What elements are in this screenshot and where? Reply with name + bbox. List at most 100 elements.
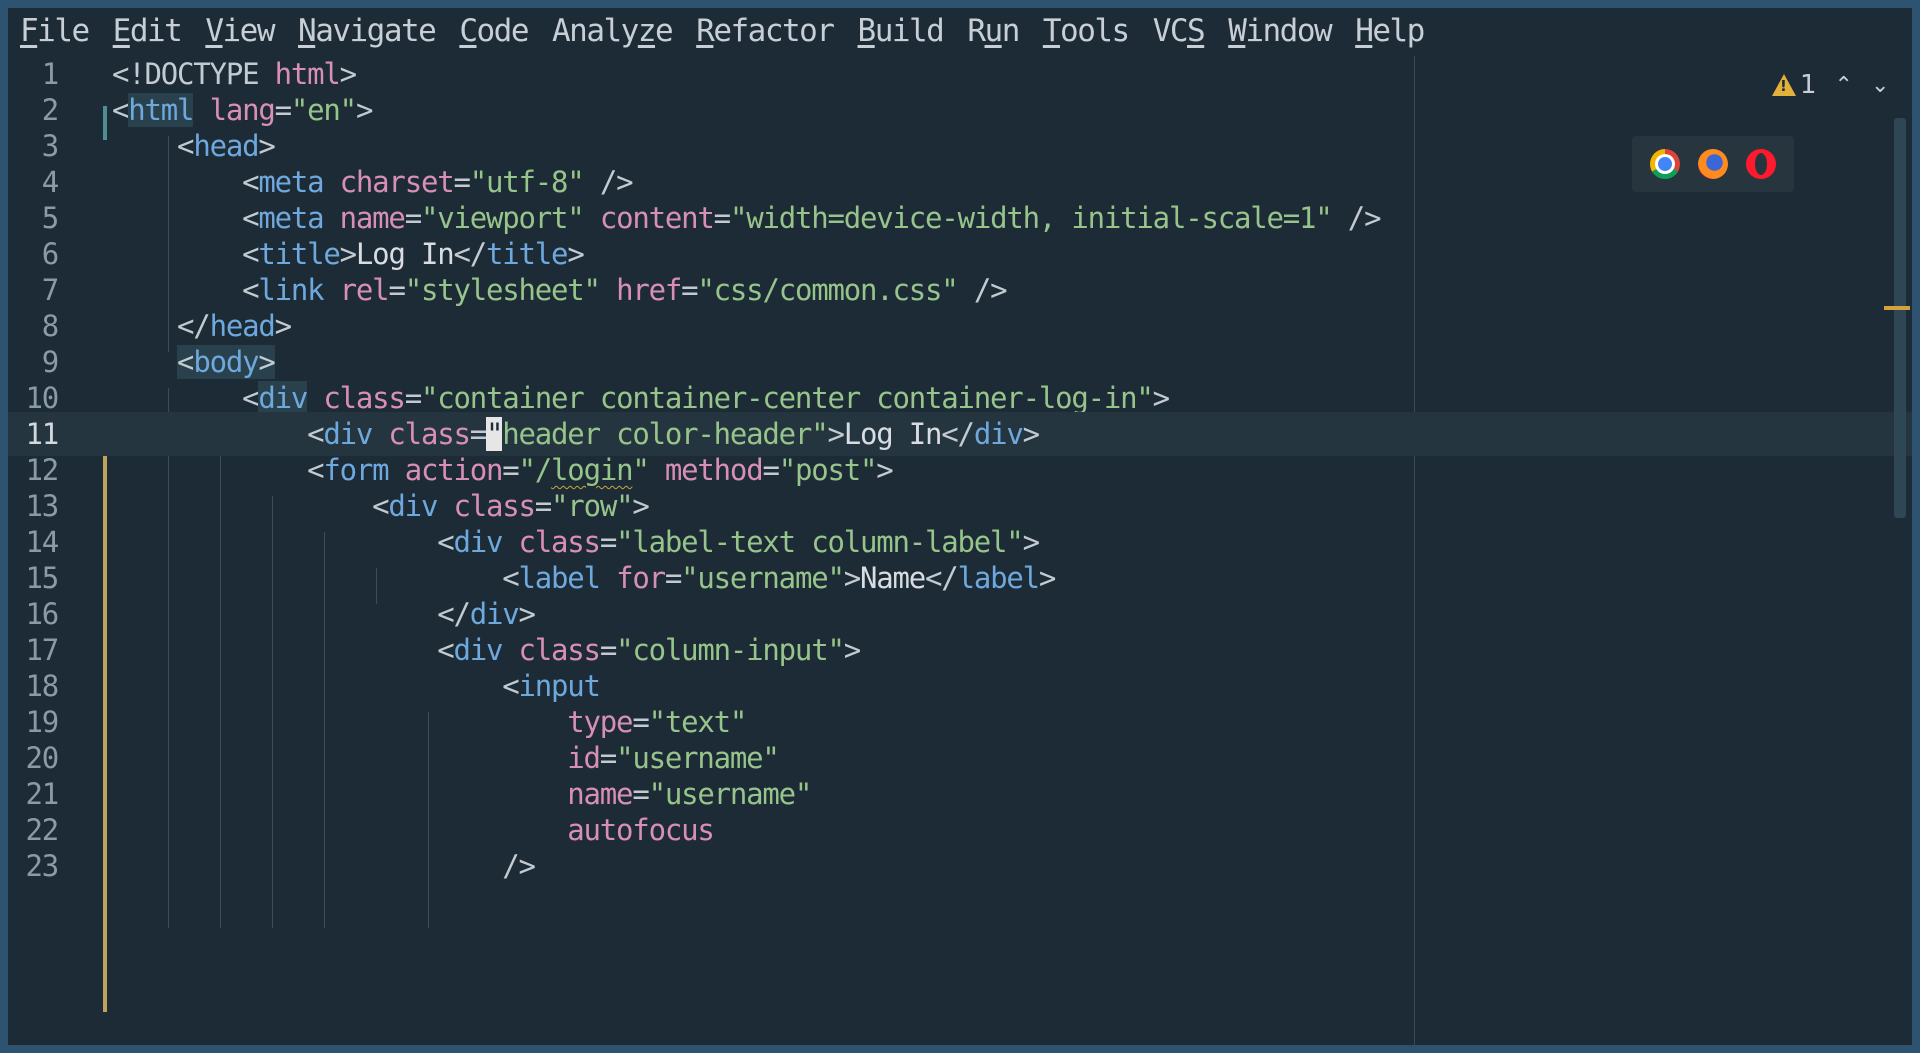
code-token: =: [599, 633, 617, 667]
code-token: =: [404, 201, 422, 235]
code-token: action: [404, 453, 504, 487]
code-editor[interactable]: 1 <!DOCTYPE html> 2 <html lang="en"> 3 <head…: [8, 56, 1912, 1045]
code-token: head: [209, 309, 276, 343]
ide-window: File Edit View Navigate Code Analyze Refactor B…: [8, 8, 1912, 1045]
code-token: >: [1152, 381, 1170, 415]
code-token: </: [112, 309, 211, 343]
menu-item[interactable]: Code: [447, 13, 540, 49]
code-token: </: [112, 597, 471, 631]
code-token: meta: [258, 165, 324, 199]
code-token: <: [112, 93, 129, 127]
code-token: body: [193, 345, 260, 379]
menu-item[interactable]: Build: [846, 13, 956, 49]
code-token: "post": [778, 453, 878, 487]
line-number: 23: [25, 849, 59, 883]
code-token: href: [616, 273, 682, 307]
menu-item[interactable]: Analyze: [540, 13, 684, 49]
code-text: />: [112, 844, 536, 888]
code-token: <: [112, 669, 519, 703]
chevron-up-icon[interactable]: ⌃: [1835, 73, 1853, 98]
menu-item[interactable]: Edit: [101, 13, 194, 49]
inspection-widget[interactable]: 1 ⌃ ⌄: [1772, 70, 1889, 100]
code-token: >: [339, 57, 357, 91]
code-token: >: [274, 309, 292, 343]
code-token: =: [502, 453, 519, 487]
code-token: head: [193, 129, 259, 163]
code-token: </: [453, 237, 487, 271]
code-token: class: [518, 525, 602, 559]
menu-item[interactable]: Window: [1216, 13, 1343, 49]
code-token: >: [843, 633, 861, 667]
code-token: >: [339, 237, 357, 271]
code-token: name: [339, 201, 406, 235]
menu-item[interactable]: Tools: [1031, 13, 1141, 49]
firefox-icon[interactable]: [1698, 149, 1728, 179]
code-token: />: [583, 165, 634, 199]
code-token: =: [453, 165, 470, 199]
code-token: >: [567, 237, 584, 271]
menu-bar: File Edit View Navigate Code Analyze Refactor B…: [8, 8, 1912, 54]
code-token: =: [388, 273, 405, 307]
menu-item[interactable]: Refactor: [684, 13, 845, 49]
code-token: html: [274, 57, 341, 91]
code-token: <!DOCTYPE: [112, 57, 275, 91]
chevron-down-icon[interactable]: ⌄: [1871, 73, 1889, 98]
code-token: <: [112, 489, 389, 523]
code-token: type: [567, 705, 633, 739]
warning-icon: [1772, 74, 1796, 96]
code-token: >: [827, 417, 844, 451]
code-token: class: [388, 417, 471, 451]
code-token: <: [112, 273, 259, 307]
code-token: "viewport": [420, 201, 585, 235]
code-token: link: [258, 273, 324, 307]
code-token: label: [518, 561, 602, 595]
code-token: content: [599, 201, 715, 235]
code-token: >: [876, 453, 893, 487]
code-token: "username": [648, 777, 813, 811]
code-token: div: [258, 381, 308, 415]
text-caret: ": [486, 417, 503, 451]
warning-stripe-mark[interactable]: [1884, 306, 1910, 310]
code-token: method: [664, 453, 764, 487]
code-token: <: [112, 633, 454, 667]
code-token: charset: [339, 165, 455, 199]
opera-icon[interactable]: [1746, 149, 1776, 179]
code-token: header color-header": [502, 417, 828, 451]
code-token: class: [323, 381, 406, 415]
chrome-icon[interactable]: [1650, 149, 1680, 179]
menu-item[interactable]: Navigate: [286, 13, 447, 49]
menu-item[interactable]: Run: [955, 13, 1031, 49]
code-token: =: [274, 93, 292, 127]
code-token: "stylesheet": [404, 273, 601, 307]
code-token: "container container-center container-lo…: [420, 381, 1154, 415]
code-token: div: [469, 597, 520, 631]
code-token: />: [112, 849, 536, 883]
code-token: Log In: [843, 417, 943, 451]
vertical-scrollbar[interactable]: [1894, 118, 1906, 518]
code-token: div: [973, 417, 1024, 451]
menu-item[interactable]: VCS: [1141, 13, 1217, 49]
code-line[interactable]: 23 />: [8, 844, 1912, 888]
code-token: >: [632, 489, 649, 523]
code-token: <: [112, 525, 454, 559]
menu-item[interactable]: File: [8, 13, 101, 49]
menu-item[interactable]: View: [193, 13, 286, 49]
code-token: "username": [616, 741, 780, 775]
menu-item[interactable]: Help: [1343, 13, 1436, 49]
code-token: "en": [290, 93, 357, 127]
code-token: >: [355, 93, 373, 127]
code-token: <: [177, 345, 195, 379]
code-token: >: [1022, 417, 1040, 451]
code-token: =: [469, 417, 487, 451]
code-token: <: [112, 381, 259, 415]
code-token: >: [843, 561, 861, 595]
